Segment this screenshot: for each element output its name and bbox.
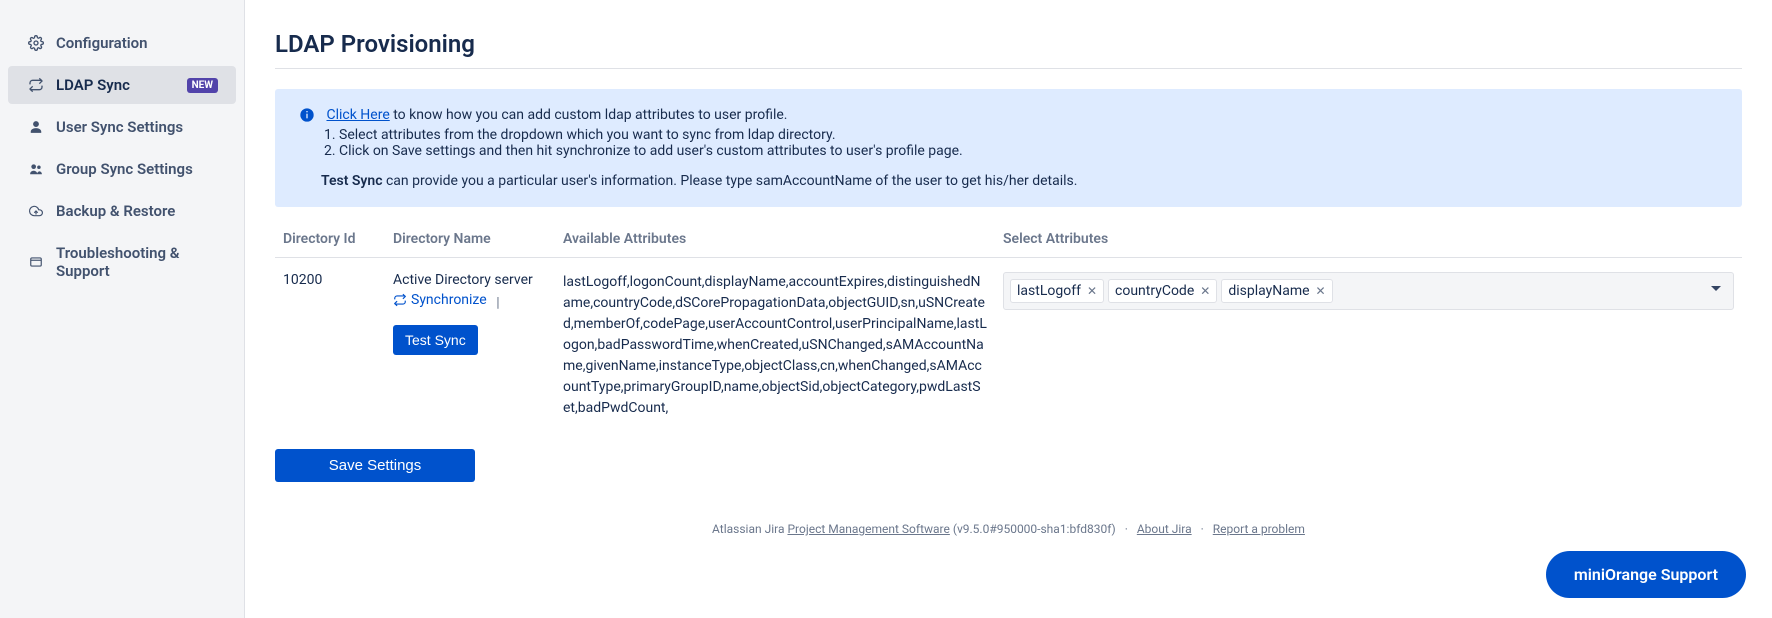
sync-icon [26,77,46,93]
footer-version: (v9.5.0#950000-sha1:bfd830f) [950,522,1116,536]
info-icon [299,107,318,123]
sidebar-item-configuration[interactable]: Configuration [8,24,236,62]
cell-available-attributes: lastLogoff,logonCount,displayName,accoun… [563,272,987,419]
save-settings-button[interactable]: Save Settings [275,449,475,482]
new-badge: NEW [187,78,218,93]
main-content: LDAP Provisioning Click Here to know how… [245,0,1772,618]
user-icon [26,120,46,134]
sidebar-item-label: Troubleshooting & Support [56,244,218,280]
cell-directory-id: 10200 [275,258,385,434]
page-title: LDAP Provisioning [275,30,1742,69]
chip-label: countryCode [1115,283,1194,299]
gear-icon [26,35,46,51]
chip-displayname: displayName ✕ [1221,279,1332,303]
cell-directory-name: Active Directory server [393,272,547,288]
footer-report-link[interactable]: Report a problem [1213,522,1305,536]
footer-pm-link[interactable]: Project Management Software [787,522,949,536]
col-select-attributes: Select Attributes [995,221,1742,258]
sidebar-item-ldap-sync[interactable]: LDAP Sync NEW [8,66,236,104]
cloud-icon [26,204,46,218]
chip-lastlogoff: lastLogoff ✕ [1010,279,1104,303]
footer-prefix: Atlassian Jira [712,522,787,536]
select-attributes-dropdown[interactable]: lastLogoff ✕ countryCode ✕ displayName ✕ [1003,272,1734,310]
sidebar: Configuration LDAP Sync NEW User Sync Se… [0,0,245,618]
sidebar-item-backup[interactable]: Backup & Restore [8,192,236,230]
separator: | [496,295,499,311]
sidebar-item-label: LDAP Sync [56,76,181,94]
sync-icon [393,293,407,307]
test-sync-rest: can provide you a particular user's info… [383,173,1078,189]
col-directory-id: Directory Id [275,221,385,258]
table-row: 10200 Active Directory server Synchroniz… [275,258,1742,434]
footer: Atlassian Jira Project Management Softwa… [275,522,1742,536]
sidebar-item-troubleshoot[interactable]: Troubleshooting & Support [8,234,236,290]
sidebar-item-label: Group Sync Settings [56,160,218,178]
users-icon [26,162,46,176]
info-step-1: Select attributes from the dropdown whic… [339,127,1718,143]
footer-about-link[interactable]: About Jira [1137,522,1192,536]
info-step-2: Click on Save settings and then hit sync… [339,143,1718,159]
sidebar-item-group-sync[interactable]: Group Sync Settings [8,150,236,188]
test-sync-label: Test Sync [321,173,383,189]
sidebar-item-user-sync[interactable]: User Sync Settings [8,108,236,146]
chip-remove-icon[interactable]: ✕ [1316,284,1326,298]
sidebar-item-label: Configuration [56,34,218,52]
info-intro-text: to know how you can add custom ldap attr… [390,107,788,123]
synchronize-link[interactable]: Synchronize [393,292,487,308]
directory-table: Directory Id Directory Name Available At… [275,221,1742,433]
click-here-link[interactable]: Click Here [326,107,389,123]
sidebar-item-label: Backup & Restore [56,202,218,220]
chip-remove-icon[interactable]: ✕ [1087,284,1097,298]
chip-countrycode: countryCode ✕ [1108,279,1217,303]
chip-label: lastLogoff [1017,283,1081,299]
col-available-attributes: Available Attributes [555,221,995,258]
test-sync-button[interactable]: Test Sync [393,325,478,355]
synchronize-label: Synchronize [411,292,487,308]
support-icon [26,255,46,269]
info-panel: Click Here to know how you can add custo… [275,89,1742,207]
chip-label: displayName [1228,283,1309,299]
miniorange-support-button[interactable]: miniOrange Support [1546,551,1746,598]
col-directory-name: Directory Name [385,221,555,258]
chip-remove-icon[interactable]: ✕ [1200,284,1210,298]
sidebar-item-label: User Sync Settings [56,118,218,136]
